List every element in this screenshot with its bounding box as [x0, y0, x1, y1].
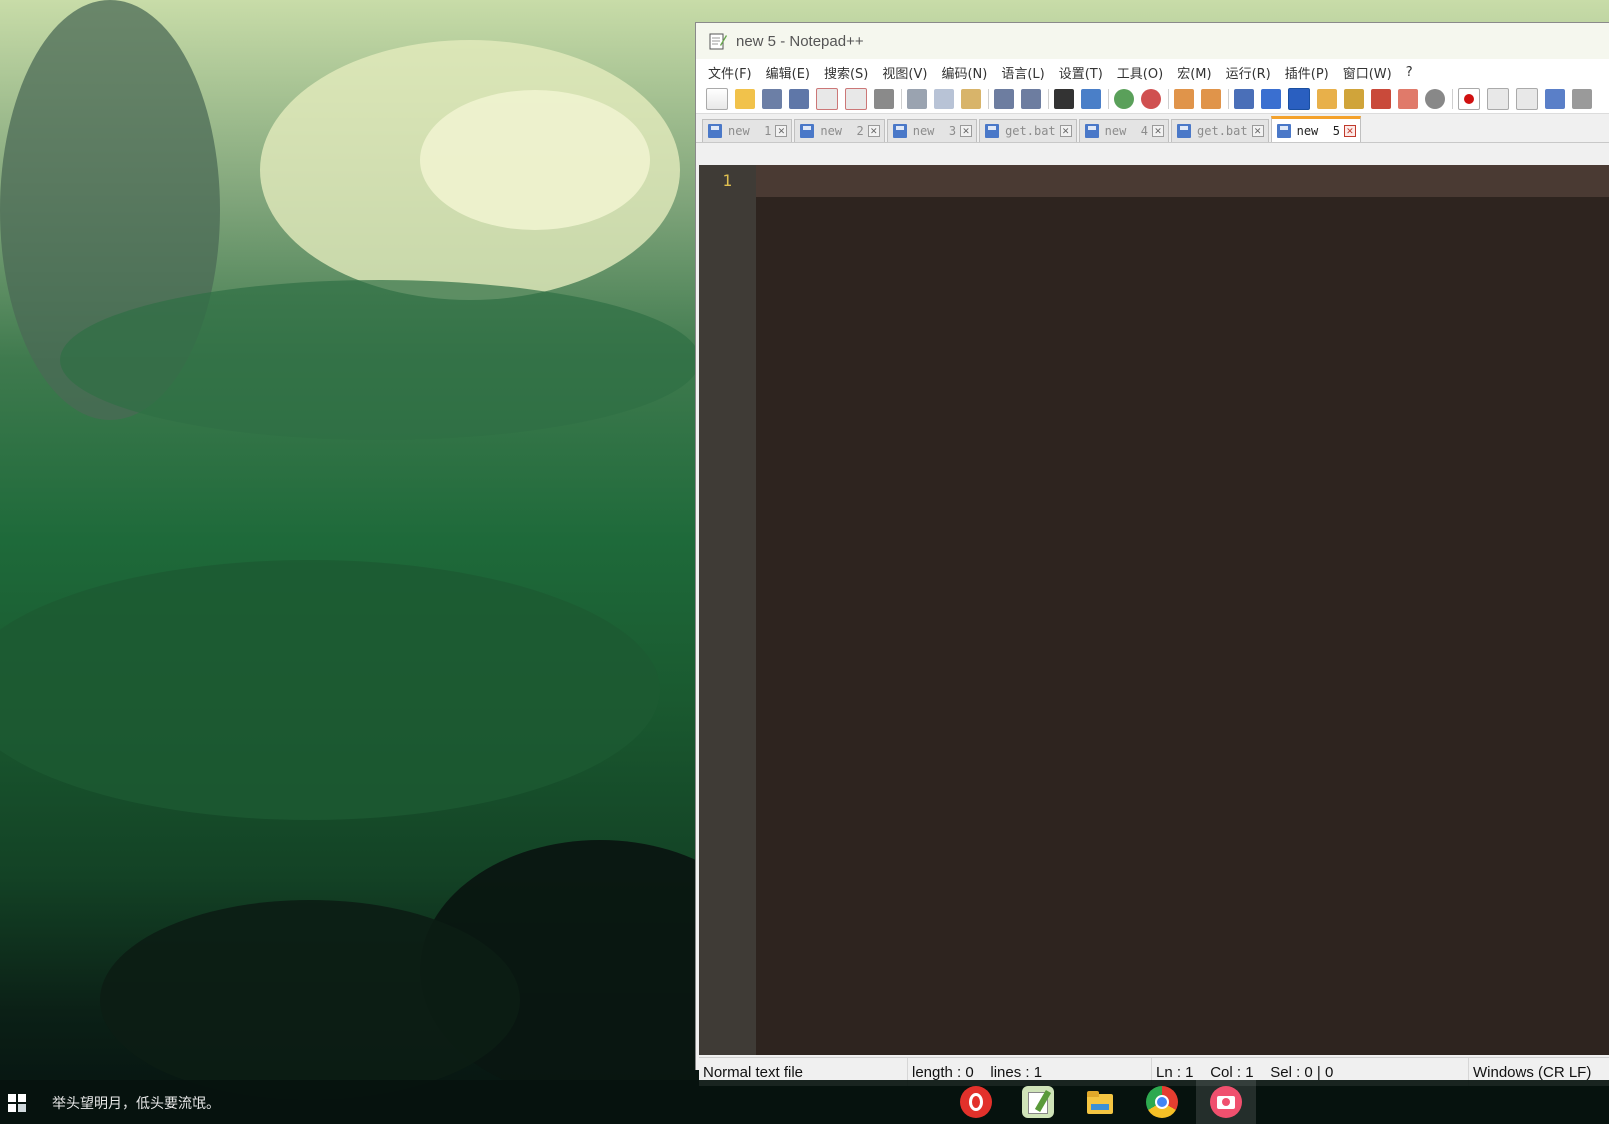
- tab-get-bat-2[interactable]: get.bat ✕: [1171, 119, 1269, 142]
- tab-new-2[interactable]: new 2 ✕: [794, 119, 885, 142]
- paste-icon[interactable]: [961, 89, 981, 109]
- find-icon[interactable]: [1054, 89, 1074, 109]
- close-icon[interactable]: [816, 88, 838, 110]
- folder-workspace-icon[interactable]: [1398, 89, 1418, 109]
- line-number-gutter: 1: [699, 165, 756, 1055]
- redo-icon[interactable]: [1021, 89, 1041, 109]
- disk-icon: [1177, 124, 1192, 138]
- toolbar-separator: [1108, 89, 1109, 109]
- tab-get-bat[interactable]: get.bat ✕: [979, 119, 1077, 142]
- notepad-plus-plus-window: new 5 - Notepad++ 文件(F) 编辑(E) 搜索(S) 视图(V…: [695, 22, 1609, 1086]
- toolbar-separator: [988, 89, 989, 109]
- notepad-plus-plus-icon: [709, 33, 727, 50]
- current-line-highlight: [756, 165, 1609, 197]
- menu-encoding[interactable]: 编码(N): [941, 63, 987, 82]
- text-editor[interactable]: [756, 165, 1609, 1055]
- toolbar-separator: [901, 89, 902, 109]
- editor-area: 1: [699, 165, 1609, 1055]
- close-tab-icon[interactable]: ✕: [775, 125, 788, 137]
- menu-tools[interactable]: 工具(O): [1117, 63, 1163, 82]
- close-tab-icon[interactable]: ✕: [1059, 125, 1072, 137]
- close-tab-icon[interactable]: ✕: [960, 125, 973, 137]
- tab-label: get.bat: [1005, 124, 1056, 138]
- disk-icon: [708, 124, 722, 138]
- disk-icon: [1084, 124, 1099, 138]
- menu-language[interactable]: 语言(L): [1001, 63, 1044, 82]
- toolbar: [696, 85, 1609, 114]
- tab-label: get.bat: [1197, 124, 1248, 138]
- notepad-plus-plus-icon[interactable]: [1022, 1086, 1054, 1118]
- disk-icon: [892, 124, 907, 138]
- monitoring-icon[interactable]: [1425, 89, 1445, 109]
- line-number: 1: [722, 171, 732, 190]
- menu-macro[interactable]: 宏(M): [1177, 63, 1211, 82]
- cut-icon[interactable]: [907, 89, 927, 109]
- title-bar[interactable]: new 5 - Notepad++: [696, 23, 1609, 59]
- tab-label: new 2: [820, 124, 864, 138]
- menu-window[interactable]: 窗口(W): [1343, 63, 1392, 82]
- taskbar: 举头望明月，低头要流氓。: [0, 1080, 1609, 1124]
- tab-new-4[interactable]: new 4 ✕: [1078, 119, 1170, 142]
- disk-icon: [1276, 123, 1291, 138]
- tab-new-1[interactable]: new 1 ✕: [702, 119, 793, 142]
- stop-macro-icon[interactable]: [1487, 88, 1509, 110]
- menu-file[interactable]: 文件(F): [708, 63, 752, 82]
- close-tab-icon[interactable]: ✕: [1152, 125, 1165, 137]
- indent-guide-icon[interactable]: [1288, 88, 1310, 110]
- file-explorer-icon[interactable]: [1084, 1086, 1116, 1118]
- doc-map-icon[interactable]: [1344, 89, 1364, 109]
- play-macro-icon[interactable]: [1516, 88, 1538, 110]
- taskbar-motto: 举头望明月，低头要流氓。: [52, 1096, 220, 1112]
- close-all-icon[interactable]: [845, 88, 867, 110]
- open-file-icon[interactable]: [735, 89, 755, 109]
- toolbar-separator: [1452, 89, 1453, 109]
- record-macro-icon[interactable]: [1458, 88, 1480, 110]
- tab-bar: new 1 ✕ new 2 ✕ new 3 ✕ get.bat ✕ new 4 …: [696, 114, 1609, 143]
- sync-vertical-icon[interactable]: [1174, 89, 1194, 109]
- toolbar-separator: [1168, 89, 1169, 109]
- menu-help[interactable]: ?: [1406, 65, 1413, 80]
- tab-new-3[interactable]: new 3 ✕: [886, 119, 978, 142]
- disk-icon: [985, 124, 1000, 138]
- run-macro-multiple-icon[interactable]: [1545, 89, 1565, 109]
- save-all-icon[interactable]: [789, 89, 809, 109]
- menu-search[interactable]: 搜索(S): [824, 63, 868, 82]
- print-icon[interactable]: [874, 89, 894, 109]
- menu-run[interactable]: 运行(R): [1226, 63, 1271, 82]
- start-icon[interactable]: [8, 1094, 26, 1112]
- menu-view[interactable]: 视图(V): [882, 63, 927, 82]
- menu-plugins[interactable]: 插件(P): [1285, 63, 1329, 82]
- close-tab-icon[interactable]: ✕: [1343, 124, 1356, 137]
- close-tab-icon[interactable]: ✕: [1251, 125, 1264, 137]
- tab-label: new 1: [728, 124, 772, 138]
- copy-icon[interactable]: [934, 89, 954, 109]
- user-defined-lang-icon[interactable]: [1317, 89, 1337, 109]
- replace-icon[interactable]: [1081, 89, 1101, 109]
- zoom-out-icon[interactable]: [1141, 89, 1161, 109]
- save-macro-icon[interactable]: [1572, 89, 1592, 109]
- tab-new-5-active[interactable]: new 5 ✕: [1270, 116, 1361, 142]
- toolbar-separator: [1228, 89, 1229, 109]
- undo-icon[interactable]: [994, 89, 1014, 109]
- zoom-in-icon[interactable]: [1114, 89, 1134, 109]
- tab-label: new 4: [1104, 124, 1149, 138]
- toolbar-separator: [1048, 89, 1049, 109]
- window-title: new 5 - Notepad++: [736, 32, 864, 50]
- screenshot-camera-icon[interactable]: [1210, 1086, 1242, 1118]
- show-all-chars-icon[interactable]: [1261, 89, 1281, 109]
- menu-settings[interactable]: 设置(T): [1059, 63, 1103, 82]
- new-file-icon[interactable]: [706, 88, 728, 110]
- tab-label: new 5: [1296, 123, 1340, 138]
- close-tab-icon[interactable]: ✕: [867, 125, 880, 137]
- word-wrap-icon[interactable]: [1234, 89, 1254, 109]
- disk-icon: [800, 124, 815, 138]
- sync-horizontal-icon[interactable]: [1201, 89, 1221, 109]
- menu-edit[interactable]: 编辑(E): [766, 63, 810, 82]
- tab-label: new 3: [912, 124, 957, 138]
- function-list-icon[interactable]: [1371, 89, 1391, 109]
- netease-music-icon[interactable]: [960, 1086, 992, 1118]
- menu-bar: 文件(F) 编辑(E) 搜索(S) 视图(V) 编码(N) 语言(L) 设置(T…: [696, 59, 1609, 85]
- save-icon[interactable]: [762, 89, 782, 109]
- chrome-icon[interactable]: [1146, 1086, 1178, 1118]
